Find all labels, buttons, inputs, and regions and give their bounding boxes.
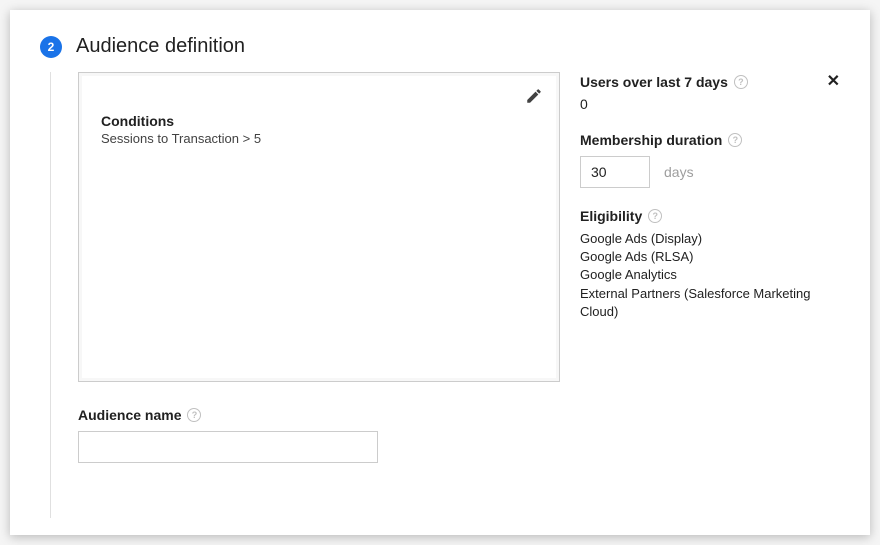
eligibility-label-text: Eligibility <box>580 208 642 224</box>
conditions-rule: Sessions to Transaction > 5 <box>101 131 541 146</box>
section-header: 2 Audience definition <box>40 35 840 58</box>
eligibility-list: Google Ads (Display) Google Ads (RLSA) G… <box>580 230 840 321</box>
membership-duration-input[interactable] <box>580 156 650 188</box>
help-icon[interactable]: ? <box>648 209 662 223</box>
content-wrap: Conditions Sessions to Transaction > 5 U… <box>78 72 840 463</box>
help-icon[interactable]: ? <box>187 408 201 422</box>
duration-label-text: Membership duration <box>580 132 722 148</box>
users-label: Users over last 7 days ? <box>580 74 748 90</box>
help-icon[interactable]: ? <box>728 133 742 147</box>
eligibility-item: External Partners (Salesforce Marketing … <box>580 285 840 321</box>
audience-name-label: Audience name ? <box>78 407 840 423</box>
eligibility-item: Google Analytics <box>580 266 840 284</box>
users-label-text: Users over last 7 days <box>580 74 728 90</box>
close-icon[interactable]: ✕ <box>827 74 840 90</box>
membership-duration-label: Membership duration ? <box>580 132 840 148</box>
audience-name-label-text: Audience name <box>78 407 181 423</box>
eligibility-label: Eligibility ? <box>580 208 840 224</box>
eligibility-item: Google Ads (Display) <box>580 230 840 248</box>
duration-row: days <box>580 156 840 188</box>
audience-name-input[interactable] <box>78 431 378 463</box>
edit-icon[interactable] <box>525 87 543 110</box>
summary-header: Users over last 7 days ? ✕ <box>580 74 840 90</box>
audience-name-section: Audience name ? <box>78 407 840 463</box>
vertical-divider <box>50 72 51 518</box>
duration-unit: days <box>664 164 694 180</box>
eligibility-item: Google Ads (RLSA) <box>580 248 840 266</box>
definition-row: Conditions Sessions to Transaction > 5 U… <box>78 72 840 382</box>
users-value: 0 <box>580 96 840 112</box>
section-title: Audience definition <box>76 35 245 58</box>
step-number-badge: 2 <box>40 36 62 58</box>
help-icon[interactable]: ? <box>734 75 748 89</box>
audience-definition-panel: 2 Audience definition Conditions Session… <box>10 10 870 535</box>
conditions-title: Conditions <box>101 113 541 129</box>
summary-panel: Users over last 7 days ? ✕ 0 Membership … <box>580 72 840 382</box>
conditions-card: Conditions Sessions to Transaction > 5 <box>78 72 560 382</box>
